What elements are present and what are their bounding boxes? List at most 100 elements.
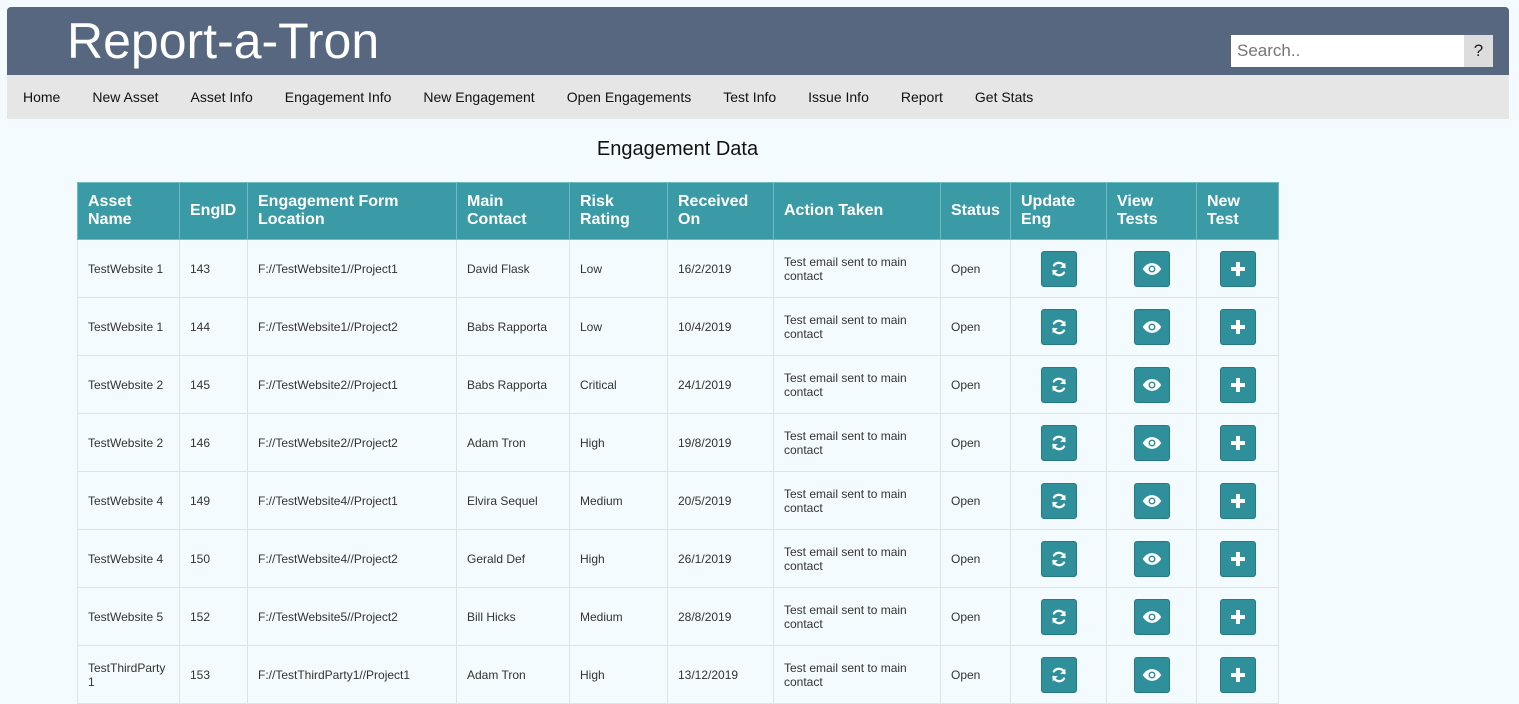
nav-item-open-engagements[interactable]: Open Engagements xyxy=(551,75,708,119)
update-engagement-button[interactable] xyxy=(1040,308,1077,345)
table-row: TestWebsite 2 145 F://TestWebsite2//Projec… xyxy=(77,355,1279,414)
new-test-cell xyxy=(1196,471,1279,530)
view-tests-cell xyxy=(1106,529,1197,588)
asset-name-cell: TestWebsite 2 xyxy=(77,355,180,414)
column-header-main-contact: Main Contact xyxy=(456,182,570,240)
plus-icon xyxy=(1230,261,1246,277)
update-engagement-button[interactable] xyxy=(1040,250,1077,287)
form-location-cell: F://TestWebsite2//Project2 xyxy=(247,413,457,472)
nav-item-home[interactable]: Home xyxy=(7,75,76,119)
new-test-cell xyxy=(1196,413,1279,472)
refresh-icon xyxy=(1050,550,1068,568)
update-engagement-cell xyxy=(1010,529,1107,588)
risk-rating-cell: Low xyxy=(569,239,668,298)
new-test-button[interactable] xyxy=(1219,424,1256,461)
update-engagement-button[interactable] xyxy=(1040,598,1077,635)
status-cell: Open xyxy=(940,297,1011,356)
help-button[interactable]: ? xyxy=(1464,35,1493,67)
view-tests-cell xyxy=(1106,471,1197,530)
received-on-cell: 24/1/2019 xyxy=(667,355,774,414)
view-tests-cell xyxy=(1106,413,1197,472)
eye-icon xyxy=(1142,320,1162,334)
nav-item-get-stats[interactable]: Get Stats xyxy=(959,75,1049,119)
view-tests-button[interactable] xyxy=(1133,308,1170,345)
search-input[interactable] xyxy=(1231,35,1464,67)
new-test-button[interactable] xyxy=(1219,250,1256,287)
nav-item-issue-info[interactable]: Issue Info xyxy=(792,75,885,119)
view-tests-button[interactable] xyxy=(1133,366,1170,403)
new-test-button[interactable] xyxy=(1219,308,1256,345)
nav-item-new-engagement[interactable]: New Engagement xyxy=(407,75,550,119)
app-title: Report-a-Tron xyxy=(67,13,380,69)
new-test-button[interactable] xyxy=(1219,656,1256,693)
engid-cell: 153 xyxy=(179,645,248,704)
update-engagement-button[interactable] xyxy=(1040,540,1077,577)
risk-rating-cell: Critical xyxy=(569,355,668,414)
nav-item-test-info[interactable]: Test Info xyxy=(707,75,792,119)
update-engagement-cell xyxy=(1010,645,1107,704)
form-location-cell: F://TestWebsite4//Project2 xyxy=(247,529,457,588)
update-engagement-button[interactable] xyxy=(1040,366,1077,403)
action-taken-cell: Test email sent to main contact xyxy=(773,297,941,356)
action-taken-cell: Test email sent to main contact xyxy=(773,239,941,298)
form-location-cell: F://TestWebsite1//Project1 xyxy=(247,239,457,298)
table-row: TestWebsite 1 143 F://TestWebsite1//Projec… xyxy=(77,239,1279,298)
view-tests-button[interactable] xyxy=(1133,540,1170,577)
new-test-button[interactable] xyxy=(1219,540,1256,577)
risk-rating-cell: High xyxy=(569,413,668,472)
table-header-row: Asset Name EngID Engagement Form Locatio… xyxy=(77,182,1279,240)
new-test-button[interactable] xyxy=(1219,482,1256,519)
refresh-icon xyxy=(1050,260,1068,278)
column-header-engid: EngID xyxy=(179,182,248,240)
action-taken-cell: Test email sent to main contact xyxy=(773,587,941,646)
view-tests-button[interactable] xyxy=(1133,598,1170,635)
engid-cell: 144 xyxy=(179,297,248,356)
risk-rating-cell: Medium xyxy=(569,587,668,646)
main-contact-cell: Adam Tron xyxy=(456,645,570,704)
view-tests-cell xyxy=(1106,645,1197,704)
asset-name-cell: TestWebsite 5 xyxy=(77,587,180,646)
nav-item-report[interactable]: Report xyxy=(885,75,959,119)
received-on-cell: 28/8/2019 xyxy=(667,587,774,646)
plus-icon xyxy=(1230,493,1246,509)
plus-icon xyxy=(1230,435,1246,451)
nav-item-asset-info[interactable]: Asset Info xyxy=(175,75,269,119)
status-cell: Open xyxy=(940,529,1011,588)
new-test-button[interactable] xyxy=(1219,598,1256,635)
view-tests-button[interactable] xyxy=(1133,424,1170,461)
update-engagement-button[interactable] xyxy=(1040,424,1077,461)
eye-icon xyxy=(1142,610,1162,624)
received-on-cell: 10/4/2019 xyxy=(667,297,774,356)
view-tests-button[interactable] xyxy=(1133,482,1170,519)
engid-cell: 146 xyxy=(179,413,248,472)
risk-rating-cell: High xyxy=(569,645,668,704)
eye-icon xyxy=(1142,262,1162,276)
update-engagement-button[interactable] xyxy=(1040,482,1077,519)
asset-name-cell: TestWebsite 1 xyxy=(77,239,180,298)
action-taken-cell: Test email sent to main contact xyxy=(773,471,941,530)
table-row: TestWebsite 1 144 F://TestWebsite1//Projec… xyxy=(77,297,1279,356)
nav-item-new-asset[interactable]: New Asset xyxy=(76,75,174,119)
view-tests-cell xyxy=(1106,239,1197,298)
risk-rating-cell: Medium xyxy=(569,471,668,530)
new-test-button[interactable] xyxy=(1219,366,1256,403)
asset-name-cell: TestThirdParty 1 xyxy=(77,645,180,704)
update-engagement-button[interactable] xyxy=(1040,656,1077,693)
view-tests-button[interactable] xyxy=(1133,656,1170,693)
engid-cell: 145 xyxy=(179,355,248,414)
update-engagement-cell xyxy=(1010,471,1107,530)
column-header-view-tests: View Tests xyxy=(1106,182,1197,240)
refresh-icon xyxy=(1050,434,1068,452)
risk-rating-cell: Low xyxy=(569,297,668,356)
column-header-risk-rating: Risk Rating xyxy=(569,182,668,240)
new-test-cell xyxy=(1196,239,1279,298)
plus-icon xyxy=(1230,377,1246,393)
view-tests-button[interactable] xyxy=(1133,250,1170,287)
status-cell: Open xyxy=(940,355,1011,414)
received-on-cell: 19/8/2019 xyxy=(667,413,774,472)
nav-item-engagement-info[interactable]: Engagement Info xyxy=(269,75,408,119)
eye-icon xyxy=(1142,378,1162,392)
risk-rating-cell: High xyxy=(569,529,668,588)
eye-icon xyxy=(1142,668,1162,682)
update-engagement-cell xyxy=(1010,355,1107,414)
